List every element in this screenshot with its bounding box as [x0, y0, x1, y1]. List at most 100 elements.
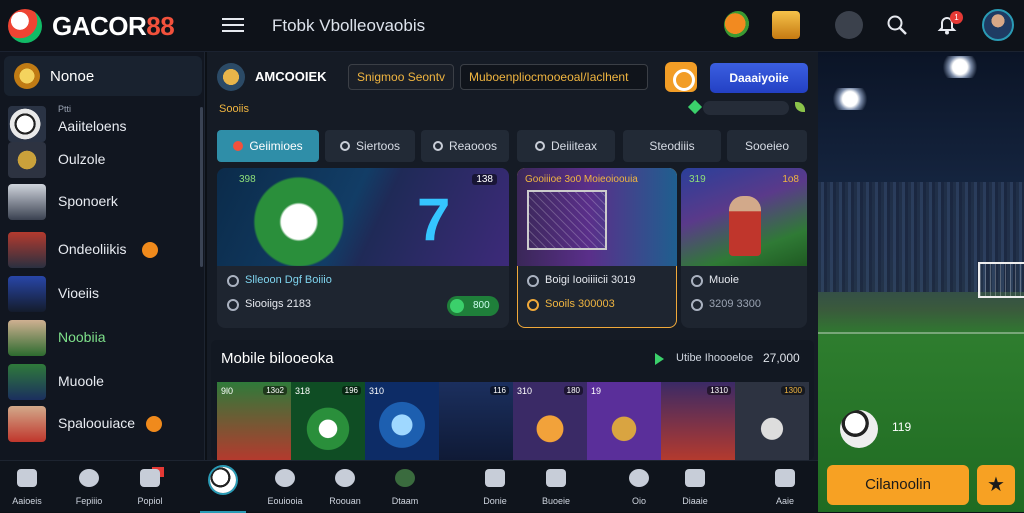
card-title: Slleoon Dgf Boiiio [245, 274, 332, 286]
sidebar-item-2[interactable]: Oulzole [6, 138, 202, 182]
game-card-3[interactable]: 319 1o8 Muoie 3209 3300 [681, 168, 807, 328]
bottom-nav-item-7[interactable]: Donie [460, 461, 530, 513]
paw-icon [335, 469, 355, 487]
sidebar-scrollbar[interactable] [200, 107, 203, 267]
bottom-nav: Aaioeis Fepiiio Popiol Eouiooia Roouan D… [0, 460, 820, 513]
mobile-section: Mobile bilooeoka Utibe Ihoooeloe 27,000 … [211, 340, 814, 460]
card-stats-icon [527, 299, 539, 311]
tab-label: Sooeieo [744, 139, 790, 153]
tab-0[interactable]: Geiimioes [217, 130, 319, 162]
brand-logo[interactable]: GACOR88 [52, 11, 175, 42]
game-tile-3[interactable]: 116 [439, 382, 513, 460]
game-tile-7[interactable]: 1300 [735, 382, 809, 460]
game-tile-6[interactable]: 1310 [661, 382, 735, 460]
card-artwork [217, 168, 509, 266]
game-tile-1[interactable]: 318 196 [291, 382, 365, 460]
coin-button[interactable] [665, 62, 697, 92]
deposit-button[interactable]: Daaaiyoiie [710, 63, 808, 93]
bottom-nav-item-1[interactable]: Fepiiio [54, 461, 124, 513]
player-count: 27,000 [763, 351, 800, 365]
sidebar-item-5[interactable]: Vioeiis [6, 272, 202, 316]
sidebar-item-label: Sponoerk [58, 193, 118, 209]
wallet-icon [485, 469, 505, 487]
card-stats: Siooiigs 2183 [245, 298, 312, 310]
tab-label: Deiiiteax [550, 139, 598, 153]
search-icon[interactable] [886, 14, 908, 36]
brand-logo-icon[interactable] [8, 9, 42, 43]
game-card-1[interactable]: 7 398 138 Slleoon Dgf Boiiio Siooiigs 21… [217, 168, 509, 328]
sidebar-item-label: Oulzole [58, 151, 106, 167]
section-title: Mobile bilooeoka [221, 350, 334, 367]
player-thumb-icon [8, 406, 46, 442]
game-tile-4[interactable]: 310 180 [513, 382, 587, 460]
account-name: AMCOOIEK [255, 69, 327, 84]
card-tag-right: 138 [472, 174, 497, 185]
menu-icon[interactable] [222, 14, 244, 34]
bottom-nav-label: Fepiiio [75, 496, 103, 506]
gift-icon [140, 469, 160, 487]
player-thumb-icon [8, 364, 46, 400]
shield-icon[interactable] [835, 11, 863, 39]
card-stats: 3209 3300 [709, 298, 761, 310]
play-now-button[interactable]: Cilanoolin [827, 465, 969, 505]
sidebar-item-8[interactable]: Spaloouiace [6, 402, 202, 446]
globe-icon [275, 469, 295, 487]
goal-net [978, 262, 1024, 298]
bottom-nav-item-2[interactable]: Popiol [115, 461, 185, 513]
tab-5[interactable]: Sooeieo [727, 130, 807, 162]
sidebar-item-7[interactable]: Muoole [6, 360, 202, 404]
tab-1[interactable]: Siertoos [325, 130, 415, 162]
sidebar-item-6[interactable]: Noobiia [6, 316, 202, 360]
chart-icon [79, 469, 99, 487]
sidebar-item-label: Nonoe [50, 68, 95, 85]
sidebar-item-home[interactable]: Nonoe [4, 56, 202, 96]
bottom-nav-item-11[interactable]: Aaie [750, 461, 820, 513]
account-pill-2[interactable]: Muboenpliocmooeoal/Iaclhent [460, 64, 648, 90]
card-stats: Sooils 300003 [545, 298, 615, 310]
tab-3[interactable]: Deiiiteax [517, 130, 615, 162]
see-all-link[interactable]: Utibe Ihoooeloe [676, 352, 753, 364]
card-tag: 319 [689, 174, 706, 185]
account-pill-1[interactable]: Snigmoo Seontv [348, 64, 454, 90]
tile-tag: 310 [369, 386, 385, 396]
play-icon [655, 353, 664, 365]
tab-2[interactable]: Reaooos [421, 130, 509, 162]
card-stats-icon [227, 299, 239, 311]
bottom-nav-item-6[interactable]: Dtaam [370, 461, 440, 513]
tile-count: 196 [341, 386, 361, 395]
stadium-banner: 119 Cilanoolin ★ [818, 52, 1024, 512]
bottom-nav-item-8[interactable]: Buoeie [521, 461, 591, 513]
bottom-nav-item-3[interactable] [200, 461, 246, 513]
bottom-nav-item-0[interactable]: Aaioeis [0, 461, 62, 513]
game-tile-0[interactable]: 9l0 13o2 [217, 382, 291, 460]
tab-4[interactable]: Steodiiis [623, 130, 721, 162]
tab-label: Reaooos [448, 139, 498, 153]
star-icon[interactable]: ★ [977, 465, 1015, 505]
house-icon [685, 469, 705, 487]
pitch-line [818, 332, 1024, 334]
sidebar-item-4[interactable]: Ondeoliikis [6, 228, 202, 272]
soccer-ball-icon [840, 410, 878, 448]
game-card-2[interactable]: Gooiiioe 3o0 Moieoioouia Boigi Iooiiiici… [517, 168, 677, 328]
ball-label: 119 [892, 420, 912, 434]
game-tile-2[interactable]: 310 [365, 382, 439, 460]
card-info-icon [691, 275, 703, 287]
soccer-ball-icon [210, 467, 236, 493]
card-toggle[interactable]: 800 [447, 296, 499, 316]
player-thumb-icon [8, 232, 46, 268]
tile-tag: 19 [591, 386, 602, 396]
bottom-nav-label: Popiol [137, 496, 163, 506]
fruit-icon[interactable] [724, 11, 752, 39]
compass-icon [629, 469, 649, 487]
card-tag: Gooiiioe 3o0 Moieoioouia [525, 174, 638, 185]
game-tile-5[interactable]: 19 [587, 382, 661, 460]
bottom-nav-item-10[interactable]: Diaaie [660, 461, 730, 513]
tab-label: Geiimioes [249, 139, 303, 153]
sidebar-item-3[interactable]: Sponoerk [6, 180, 202, 224]
user-avatar[interactable] [982, 9, 1014, 41]
account-icon[interactable] [217, 63, 245, 91]
main-content: AMCOOIEK Snigmoo Seontv Muboenpliocmooeo… [207, 52, 818, 460]
page-title: Ftobk Vbolleovaobis [272, 16, 426, 35]
player-thumb-icon [8, 320, 46, 356]
trophy-icon[interactable] [772, 11, 800, 39]
